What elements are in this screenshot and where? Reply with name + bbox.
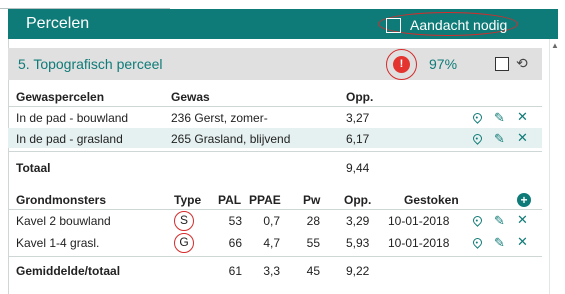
crops-header-crop: Gewas: [171, 90, 210, 104]
crop-row-crop: 265 Grasland, blijvend: [171, 132, 291, 146]
sample-area: 5,93: [346, 236, 370, 250]
samples-avg-area: 9,22: [346, 264, 370, 278]
sample-date: 10-01-2018: [388, 214, 450, 228]
plus-circle-icon[interactable]: +: [517, 193, 531, 207]
samples-avg-pw: 45: [306, 264, 320, 278]
crops-header-name: Gewaspercelen: [16, 90, 105, 104]
crop-row-area: 3,27: [346, 111, 370, 125]
top-tab-strip: [0, 0, 170, 9]
crop-row-crop: 236 Gerst, zomer-: [171, 111, 268, 125]
pencil-icon[interactable]: ✎: [494, 132, 505, 146]
samples-avg-pal: 61: [228, 264, 242, 278]
crop-row-name: In de pad - bouwland: [16, 111, 129, 125]
samples-avg-label: Gemiddelde/totaal: [16, 264, 121, 278]
row-divider: [8, 151, 542, 152]
completion-percentage: 97%: [429, 56, 458, 72]
percelen-header: Percelen Aandacht nodig: [8, 9, 558, 39]
sample-type-badge: S: [174, 211, 194, 231]
pencil-icon[interactable]: ✎: [494, 111, 505, 125]
section-checkbox[interactable]: [495, 57, 509, 71]
warning-icon[interactable]: !: [393, 56, 410, 73]
sample-pw: 28: [306, 214, 320, 228]
crop-row-name: In de pad - grasland: [16, 132, 123, 146]
sample-pw: 55: [306, 236, 320, 250]
sample-type-badge: G: [174, 233, 194, 253]
attention-checkbox[interactable]: [386, 17, 401, 33]
samples-header-area: Opp.: [344, 193, 372, 207]
section-title: 5. Topografisch perceel: [18, 56, 163, 72]
crop-row-area: 6,17: [346, 132, 370, 146]
samples-header-date: Gestoken: [404, 193, 459, 207]
history-icon[interactable]: ⟲: [516, 55, 528, 72]
sample-row-name: Kavel 2 bouwland: [16, 214, 111, 228]
close-icon[interactable]: ✕: [517, 110, 528, 124]
crops-total-label: Totaal: [16, 161, 51, 175]
attention-label: Aandacht nodig: [410, 17, 508, 33]
samples-header-ppae: PPAE: [249, 193, 281, 207]
scrollbar[interactable]: ▲: [549, 39, 559, 294]
samples-header-pal: PAL: [218, 193, 242, 207]
samples-avg-ppae: 3,3: [263, 264, 280, 278]
section-header: 5. Topografisch perceel ! 97% ⟲: [8, 48, 542, 80]
close-icon[interactable]: ✕: [517, 235, 528, 249]
sample-ppae: 0,7: [263, 214, 280, 228]
sample-date: 10-01-2018: [388, 236, 450, 250]
header-title: Percelen: [26, 15, 90, 32]
sample-ppae: 4,7: [263, 236, 280, 250]
row-divider: [8, 106, 542, 107]
pencil-icon[interactable]: ✎: [494, 236, 505, 250]
sample-area: 3,29: [346, 214, 370, 228]
pencil-icon[interactable]: ✎: [494, 214, 505, 228]
row-divider: [8, 209, 542, 210]
row-divider: [8, 256, 542, 257]
scroll-up-icon[interactable]: ▲: [551, 41, 559, 50]
attention-toggle[interactable]: Aandacht nodig: [386, 16, 507, 34]
samples-header-pw: Pw: [303, 193, 321, 207]
close-icon[interactable]: ✕: [517, 131, 528, 145]
crops-total-area: 9,44: [346, 161, 370, 175]
crops-header-area: Opp.: [346, 90, 374, 104]
samples-header-type: Type: [174, 193, 202, 207]
close-icon[interactable]: ✕: [517, 213, 528, 227]
sample-pal: 53: [228, 214, 242, 228]
sample-pal: 66: [228, 236, 242, 250]
samples-header-name: Grondmonsters: [16, 193, 107, 207]
sample-row-name: Kavel 1-4 grasl.: [16, 236, 100, 250]
